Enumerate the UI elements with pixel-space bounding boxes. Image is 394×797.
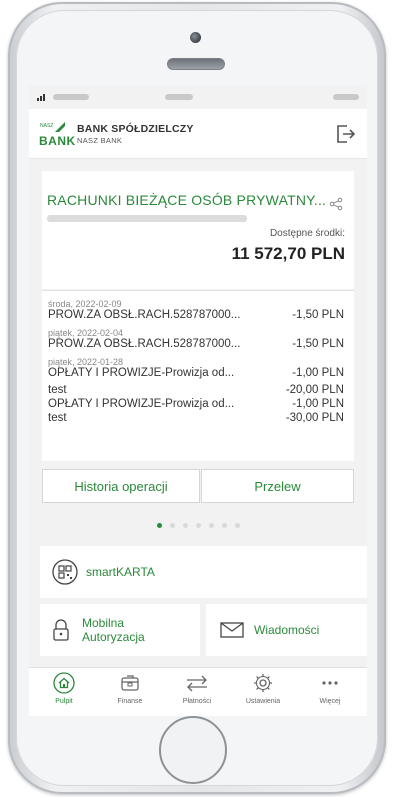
tab-wiecej[interactable]: Więcej (300, 672, 360, 705)
tab-label: Płatności (182, 698, 212, 705)
transfer-arrows-icon (187, 675, 207, 692)
tab-pulpit[interactable]: Pulpit (34, 672, 94, 705)
operation-desc: PROW.ZA OBSŁ.RACH.528787000... (48, 309, 241, 321)
available-balance: 11 572,70 PLN (231, 244, 345, 263)
operation-date: piątek, 2022-02-04 (48, 328, 124, 338)
logo-small-text: NASZ (40, 122, 54, 129)
available-label: Dostępne środki: (269, 228, 345, 239)
operation-item[interactable]: test -20,00 PLN (48, 384, 344, 396)
tab-label: Finanse (117, 698, 143, 705)
mobile-auth-label-line1: Mobilna (82, 616, 125, 630)
operation-desc: OPŁATY I PROWIZJE-Prowizja od... (48, 398, 235, 410)
carousel-dot[interactable] (234, 523, 240, 528)
padlock-icon (53, 619, 69, 641)
tab-platnosci[interactable]: Płatności (167, 672, 227, 705)
operation-desc: test (48, 384, 67, 396)
operation-amount: -1,50 PLN (292, 309, 344, 321)
envelope-icon (220, 622, 244, 638)
bank-subname: NASZ BANK (77, 135, 123, 145)
earpiece-speaker (167, 58, 225, 70)
operation-amount: -1,50 PLN (292, 338, 344, 350)
more-icon (322, 681, 338, 685)
gear-icon (254, 674, 272, 692)
smartkarta-label: smartKARTA (86, 565, 155, 579)
operation-date: środa, 2022-02-09 (48, 299, 122, 309)
battery-blur (333, 94, 359, 100)
logo-mark: NASZ BANK (39, 120, 75, 148)
carousel-dot[interactable] (169, 523, 175, 528)
carousel-dot[interactable] (221, 523, 227, 528)
bottom-tab-bar: Pulpit Finanse Płatności Ustawienia Więc… (29, 667, 367, 716)
tab-label: Pulpit (55, 698, 73, 705)
tab-ustawienia[interactable]: Ustawienia (233, 672, 293, 705)
operation-item[interactable]: test -30,00 PLN (48, 412, 344, 424)
account-title[interactable]: RACHUNKI BIEŻĄCE OSÓB PRYWATNY... (47, 192, 326, 208)
carousel-dot[interactable] (208, 523, 214, 528)
operation-amount: -1,00 PLN (292, 367, 344, 379)
signal-icon (37, 93, 45, 101)
carousel-dots[interactable] (29, 523, 367, 528)
wallet-icon (121, 675, 139, 691)
operation-desc: OPŁATY I PROWIZJE-Prowizja od... (48, 367, 235, 379)
operation-amount: -1,00 PLN (292, 398, 344, 410)
operation-item[interactable]: piątek, 2022-02-04 PROW.ZA OBSŁ.RACH.528… (48, 328, 344, 350)
bank-name: BANK SPÓŁDZIELCZY (77, 122, 194, 135)
carrier-blur (53, 94, 89, 100)
operation-amount: -20,00 PLN (285, 384, 344, 396)
front-camera (190, 32, 201, 43)
app-header: NASZ BANK BANK SPÓŁDZIELCZY NASZ BANK (29, 109, 367, 159)
share-icon[interactable] (329, 197, 343, 211)
home-icon (53, 672, 75, 694)
transfer-button[interactable]: Przelew (201, 469, 354, 503)
logo-arrow-icon (55, 121, 65, 132)
carousel-dot[interactable] (195, 523, 201, 528)
carousel-dot-active[interactable] (156, 523, 162, 528)
tab-label: Więcej (319, 698, 341, 705)
operations-list[interactable]: środa, 2022-02-09 PROW.ZA OBSŁ.RACH.5287… (42, 290, 354, 461)
mobile-auth-label-line2: Autoryzacja (82, 630, 145, 644)
app-screen: NASZ BANK BANK SPÓŁDZIELCZY NASZ BANK RA… (29, 85, 367, 716)
status-bar (29, 85, 367, 109)
operation-item[interactable]: środa, 2022-02-09 PROW.ZA OBSŁ.RACH.5287… (48, 299, 344, 321)
bank-logo: NASZ BANK BANK SPÓŁDZIELCZY NASZ BANK (39, 120, 194, 148)
logo-word: BANK (39, 133, 76, 148)
messages-tile[interactable]: Wiadomości (206, 604, 367, 656)
logout-icon[interactable] (333, 122, 357, 146)
smartkarta-tile[interactable]: smartKARTA (40, 546, 367, 598)
account-number-blur (47, 215, 247, 222)
carousel-dot[interactable] (182, 523, 188, 528)
operation-desc: PROW.ZA OBSŁ.RACH.528787000... (48, 338, 241, 350)
history-button[interactable]: Historia operacji (42, 469, 200, 503)
operation-date: piątek, 2022-01-28 (48, 357, 124, 367)
mobile-authorization-tile[interactable]: Mobilna Autoryzacja (40, 604, 200, 656)
tab-label: Ustawienia (245, 698, 281, 705)
time-blur (165, 94, 193, 100)
operation-amount: -30,00 PLN (285, 412, 344, 424)
tab-finanse[interactable]: Finanse (100, 672, 160, 705)
home-button[interactable] (159, 716, 227, 784)
messages-label: Wiadomości (254, 623, 320, 637)
operation-item[interactable]: piątek, 2022-01-28 OPŁATY I PROWIZJE-Pro… (48, 357, 344, 379)
operation-desc: test (48, 412, 67, 424)
operation-item[interactable]: OPŁATY I PROWIZJE-Prowizja od... -1,00 PL… (48, 398, 344, 410)
qr-card-icon (52, 559, 78, 585)
